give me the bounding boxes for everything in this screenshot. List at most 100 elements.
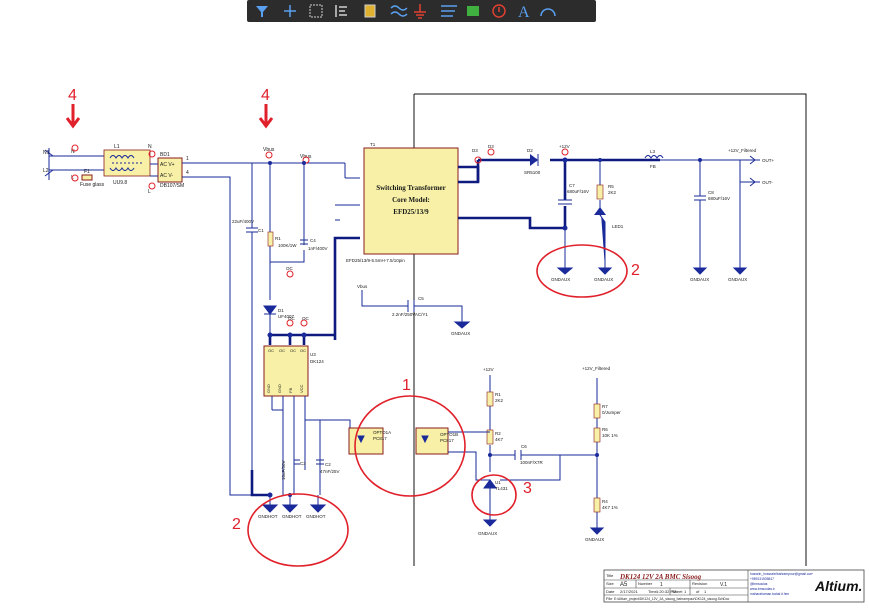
svg-text:R4: R4 bbox=[602, 499, 608, 504]
svg-text:47nF/25V: 47nF/25V bbox=[320, 469, 340, 474]
svg-text:A5: A5 bbox=[620, 582, 628, 588]
svg-text:BD1: BD1 bbox=[160, 152, 170, 158]
feedback-section bbox=[319, 375, 605, 535]
svg-text:2.2nF/250VAC/Y1: 2.2nF/250VAC/Y1 bbox=[392, 312, 428, 317]
svg-text:AC V+: AC V+ bbox=[160, 162, 175, 168]
sheet-tool-icon[interactable] bbox=[467, 6, 479, 16]
svg-text:C5: C5 bbox=[418, 296, 424, 301]
svg-text:Sheet: Sheet bbox=[672, 589, 683, 594]
svg-text:OUT-: OUT- bbox=[762, 180, 773, 185]
svg-text:GNDAUX: GNDAUX bbox=[728, 277, 747, 282]
svg-text:OC: OC bbox=[279, 348, 285, 353]
svg-text:100nF/X7R: 100nF/X7R bbox=[520, 460, 544, 465]
svg-text:GNDAUX: GNDAUX bbox=[478, 531, 497, 536]
svg-text:GNDAUX: GNDAUX bbox=[690, 277, 709, 282]
schematic-canvas[interactable]: A N1 L2 N L F1 Fuse glass L1 UU9.8 N L B… bbox=[0, 0, 869, 606]
svg-text:FB: FB bbox=[650, 164, 656, 169]
svg-text:SR5100: SR5100 bbox=[524, 170, 541, 175]
annotation-number-two-left: 2 bbox=[232, 516, 241, 533]
svg-text:D3: D3 bbox=[488, 144, 494, 149]
svg-text:GNDHOT: GNDHOT bbox=[306, 514, 326, 519]
svg-text:GNDAUX: GNDAUX bbox=[585, 537, 604, 542]
svg-text:1nF/400V: 1nF/400V bbox=[308, 246, 328, 251]
svg-text:VCC: VCC bbox=[299, 384, 304, 393]
svg-text:R6: R6 bbox=[602, 427, 608, 432]
svg-text:www.bmsoulas.ir: www.bmsoulas.ir bbox=[750, 587, 776, 591]
annotation-numbers: 1 2 2 3 4 4 bbox=[68, 87, 640, 533]
svg-text:N1: N1 bbox=[43, 150, 50, 156]
annotation-number-four-left: 4 bbox=[68, 87, 77, 104]
svg-text:V.1: V.1 bbox=[720, 582, 727, 588]
svg-text:AC V-: AC V- bbox=[160, 173, 173, 179]
svg-text:GNDHOT: GNDHOT bbox=[258, 514, 278, 519]
schematic-drawing: A N1 L2 N L F1 Fuse glass L1 UU9.8 N L B… bbox=[43, 0, 865, 603]
svg-text:GNDAUX: GNDAUX bbox=[551, 277, 570, 282]
svg-text:GND: GND bbox=[277, 384, 282, 393]
svg-text:R5: R5 bbox=[608, 184, 614, 189]
svg-text:UU9.8: UU9.8 bbox=[113, 180, 127, 186]
svg-text:R1: R1 bbox=[495, 392, 501, 397]
svg-text:+12V: +12V bbox=[483, 367, 494, 372]
svg-text:OC: OC bbox=[300, 348, 306, 353]
transformer-t1: T1 Switching Transformer Core Model: EFD… bbox=[346, 142, 459, 263]
svg-text:F1: F1 bbox=[84, 169, 90, 175]
svg-text:100K/1W: 100K/1W bbox=[278, 243, 297, 248]
svg-text:2K2: 2K2 bbox=[608, 190, 617, 195]
svg-text:680uF/16V: 680uF/16V bbox=[708, 196, 730, 201]
svg-text:R7: R7 bbox=[602, 404, 608, 409]
svg-text:DK124: DK124 bbox=[310, 359, 324, 364]
svg-text:U3: U3 bbox=[310, 352, 316, 357]
title-block: Title DK124 12V 2A BMC Sisoog Size A5 Nu… bbox=[603, 569, 865, 603]
svg-text:OUT+: OUT+ bbox=[762, 158, 774, 163]
svg-text:R1: R1 bbox=[275, 236, 281, 241]
component-tool-icon[interactable] bbox=[364, 4, 376, 18]
svg-text:GNDHOT: GNDHOT bbox=[282, 514, 302, 519]
annotation-number-three: 3 bbox=[523, 480, 532, 497]
review-annotations bbox=[65, 104, 628, 567]
svg-text:C2: C2 bbox=[325, 462, 331, 467]
svg-text:L3: L3 bbox=[650, 149, 656, 154]
svg-text:OC: OC bbox=[302, 316, 310, 321]
svg-text:OPTO1A: OPTO1A bbox=[373, 430, 391, 435]
svg-text:4K7: 4K7 bbox=[495, 437, 504, 442]
annotation-arrow-input bbox=[65, 104, 81, 129]
svg-text:10uF/50V: 10uF/50V bbox=[281, 460, 286, 480]
svg-text:hossein_hossseinlbahrampour@gm: hossein_hossseinlbahrampour@gmail.com bbox=[750, 572, 813, 576]
svg-text:D1: D1 bbox=[278, 308, 284, 313]
svg-text:@bmsoulas: @bmsoulas bbox=[750, 582, 768, 586]
annotation-circle-hot-ground bbox=[247, 493, 349, 567]
secondary-side bbox=[458, 155, 760, 275]
svg-text:+12V_Filtered: +12V_Filtered bbox=[582, 366, 611, 371]
svg-text:Core Model:: Core Model: bbox=[392, 196, 430, 204]
svg-text:Number: Number bbox=[638, 581, 653, 586]
svg-text:OC: OC bbox=[288, 316, 296, 321]
primary-side bbox=[246, 163, 360, 513]
sheet-title: DK124 12V 2A BMC Sisoog bbox=[619, 573, 702, 581]
text-tool-icon[interactable]: A bbox=[518, 4, 530, 21]
svg-text:FB: FB bbox=[288, 388, 293, 393]
svg-text:OC: OC bbox=[268, 348, 274, 353]
svg-text:OC: OC bbox=[286, 266, 294, 271]
svg-text:2/17/2021: 2/17/2021 bbox=[620, 589, 639, 594]
svg-text:Vbus: Vbus bbox=[357, 284, 368, 289]
annotation-arrow-vbus bbox=[258, 104, 274, 129]
svg-text:GND: GND bbox=[266, 384, 271, 393]
svg-text:Size: Size bbox=[606, 581, 615, 586]
schematic-toolbar: A bbox=[247, 0, 596, 22]
svg-text:D2: D2 bbox=[527, 148, 533, 153]
annotation-number-two-right: 2 bbox=[631, 262, 640, 279]
svg-text:L1: L1 bbox=[114, 144, 120, 150]
svg-text:1: 1 bbox=[660, 582, 663, 588]
svg-text:C4: C4 bbox=[310, 238, 316, 243]
svg-text:DB107/SM: DB107/SM bbox=[160, 183, 184, 189]
svg-text:+989131505847: +989131505847 bbox=[750, 577, 774, 581]
svg-text:Switching Transformer: Switching Transformer bbox=[376, 184, 446, 192]
annotation-number-one: 1 bbox=[402, 377, 411, 394]
svg-text:+12V: +12V bbox=[559, 144, 570, 149]
svg-text:OC: OC bbox=[290, 348, 296, 353]
svg-text:T1: T1 bbox=[370, 142, 376, 147]
input-section bbox=[44, 148, 360, 496]
svg-text:4: 4 bbox=[186, 170, 189, 176]
svg-text:E:\Altium_project\DK124_12V_2A: E:\Altium_project\DK124_12V_2A_sisoog_ba… bbox=[614, 597, 730, 601]
svg-text:OPTO1B: OPTO1B bbox=[440, 432, 458, 437]
